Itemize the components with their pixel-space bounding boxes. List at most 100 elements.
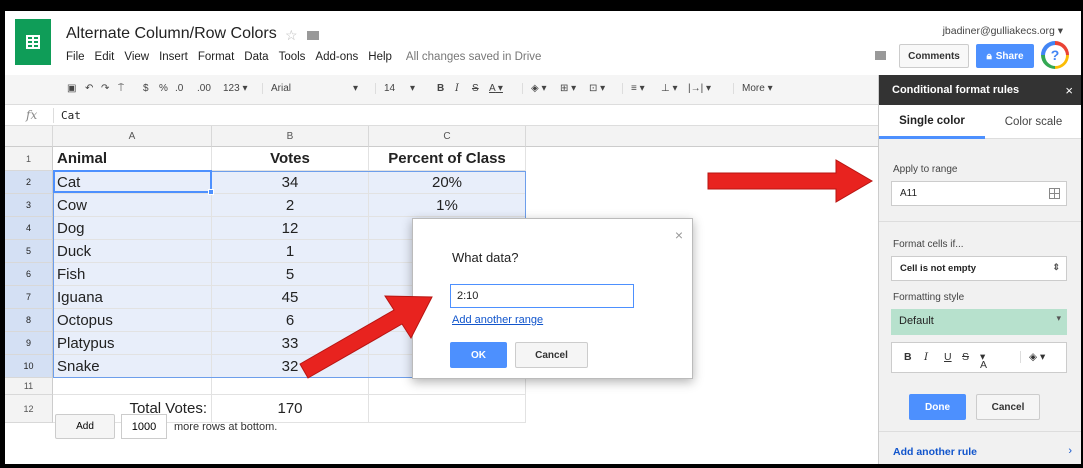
cell-b12[interactable]: 170 — [212, 395, 369, 423]
cell-a8[interactable]: Octopus — [53, 309, 212, 332]
share-button[interactable]: 🔒︎ Share — [976, 44, 1034, 68]
menu-format[interactable]: Format — [198, 51, 234, 63]
menu-view[interactable]: View — [124, 51, 149, 63]
row-header-7[interactable]: 7 — [5, 286, 53, 309]
row-header-6[interactable]: 6 — [5, 263, 53, 286]
document-title[interactable]: Alternate Column/Row Colors — [66, 25, 277, 43]
font-dropdown[interactable]: Arial ▾ — [262, 83, 358, 94]
merge-cells-icon[interactable]: ⊡ ▾ — [589, 83, 605, 94]
menu-tools[interactable]: Tools — [279, 51, 306, 63]
cell-b1[interactable]: Votes — [212, 147, 369, 171]
rows-count-input[interactable]: 1000 — [121, 414, 167, 439]
range-input[interactable]: 2:10 — [450, 284, 634, 308]
cell-a3[interactable]: Cow — [53, 194, 212, 217]
print-icon[interactable]: ▣ — [67, 83, 76, 94]
row-header-8[interactable]: 8 — [5, 309, 53, 332]
text-wrap-icon[interactable]: |→| ▾ — [688, 83, 711, 94]
cell-b9[interactable]: 33 — [212, 332, 369, 355]
cell-a4[interactable]: Dog — [53, 217, 212, 240]
fill-color-icon[interactable]: ◈ ▾ — [522, 83, 547, 94]
percent-button[interactable]: % — [159, 83, 168, 94]
underline-button[interactable]: U — [944, 351, 952, 363]
cancel-button[interactable]: Cancel — [515, 342, 588, 368]
row-header-11[interactable]: 11 — [5, 378, 53, 395]
tab-color-scale[interactable]: Color scale — [985, 105, 1081, 139]
formula-input[interactable]: Cat — [61, 109, 81, 122]
borders-icon[interactable]: ⊞ ▾ — [560, 83, 576, 94]
bold-button[interactable]: B — [437, 83, 444, 94]
menu-help[interactable]: Help — [368, 51, 392, 63]
cell-b10[interactable]: 32 — [212, 355, 369, 378]
add-rows-button[interactable]: Add — [55, 414, 115, 439]
cell-b7[interactable]: 45 — [212, 286, 369, 309]
column-header-a[interactable]: A — [53, 126, 212, 147]
row-header-1[interactable]: 1 — [5, 147, 53, 171]
font-size-dropdown[interactable]: 14 ▾ — [375, 83, 415, 94]
paint-format-icon[interactable]: ⍑ — [118, 83, 124, 94]
done-button[interactable]: Done — [909, 394, 966, 420]
row-header-9[interactable]: 9 — [5, 332, 53, 355]
add-another-range-link[interactable]: Add another range — [452, 314, 543, 326]
strikethrough-button[interactable]: S — [472, 83, 479, 94]
apply-range-input[interactable]: A11 — [891, 181, 1067, 206]
help-button[interactable]: ? — [1041, 41, 1069, 69]
increase-decimal-button[interactable]: .00 — [197, 83, 211, 94]
row-header-2[interactable]: 2 — [5, 171, 53, 194]
fill-handle[interactable] — [208, 189, 214, 195]
menu-insert[interactable]: Insert — [159, 51, 188, 63]
cell-a1[interactable]: Animal — [53, 147, 212, 171]
formatting-style-dropdown[interactable]: Default ▾ — [891, 309, 1067, 335]
close-icon[interactable]: × — [1065, 83, 1073, 98]
account-menu[interactable]: jbadiner@gulliakecs.org ▾ — [943, 25, 1063, 37]
cell-a9[interactable]: Platypus — [53, 332, 212, 355]
text-color-button[interactable]: A ▾ — [980, 351, 987, 371]
column-header-b[interactable]: B — [212, 126, 369, 147]
menu-data[interactable]: Data — [244, 51, 268, 63]
cell-b6[interactable]: 5 — [212, 263, 369, 286]
row-header-5[interactable]: 5 — [5, 240, 53, 263]
column-header-c[interactable]: C — [369, 126, 526, 147]
comments-button[interactable]: Comments — [899, 44, 969, 68]
currency-button[interactable]: $ — [143, 83, 149, 94]
cell-b4[interactable]: 12 — [212, 217, 369, 240]
menu-addons[interactable]: Add-ons — [315, 51, 358, 63]
chat-icon[interactable] — [875, 51, 886, 60]
row-header-10[interactable]: 10 — [5, 355, 53, 378]
cell-b2[interactable]: 34 — [212, 171, 369, 194]
folder-icon[interactable] — [307, 31, 320, 40]
cell-c11[interactable] — [369, 378, 526, 395]
cell-c3[interactable]: 1% — [369, 194, 526, 217]
italic-button[interactable]: I — [455, 83, 459, 94]
select-all-corner[interactable] — [5, 126, 53, 147]
row-header-12[interactable]: 12 — [5, 395, 53, 423]
cell-b5[interactable]: 1 — [212, 240, 369, 263]
bold-button[interactable]: B — [904, 351, 912, 363]
text-color-button[interactable]: A ▾ — [489, 83, 503, 94]
italic-button[interactable]: I — [924, 351, 928, 363]
panel-cancel-button[interactable]: Cancel — [976, 394, 1040, 420]
chevron-right-icon[interactable]: › — [1068, 445, 1072, 457]
strikethrough-button[interactable]: S — [962, 351, 969, 363]
cell-a2[interactable]: Cat — [53, 171, 212, 194]
cell-a11[interactable] — [53, 378, 212, 395]
redo-icon[interactable]: ↷ — [101, 83, 109, 94]
cell-c12[interactable] — [369, 395, 526, 423]
tab-single-color[interactable]: Single color — [879, 105, 985, 139]
horizontal-align-icon[interactable]: ≡ ▾ — [622, 83, 645, 94]
close-icon[interactable]: × — [675, 227, 683, 243]
cell-a10[interactable]: Snake — [53, 355, 212, 378]
cell-c2[interactable]: 20% — [369, 171, 526, 194]
sheets-logo-icon[interactable] — [15, 19, 51, 65]
cell-b8[interactable]: 6 — [212, 309, 369, 332]
vertical-align-icon[interactable]: ⊥ ▾ — [661, 83, 678, 94]
cell-a7[interactable]: Iguana — [53, 286, 212, 309]
cell-a6[interactable]: Fish — [53, 263, 212, 286]
fill-color-icon[interactable]: ◈ ▾ — [1020, 351, 1045, 363]
menu-file[interactable]: File — [66, 51, 85, 63]
row-header-3[interactable]: 3 — [5, 194, 53, 217]
star-icon[interactable]: ☆ — [285, 27, 298, 43]
more-dropdown[interactable]: More ▾ — [733, 83, 773, 94]
row-header-4[interactable]: 4 — [5, 217, 53, 240]
ok-button[interactable]: OK — [450, 342, 507, 368]
cell-c1[interactable]: Percent of Class — [369, 147, 526, 171]
